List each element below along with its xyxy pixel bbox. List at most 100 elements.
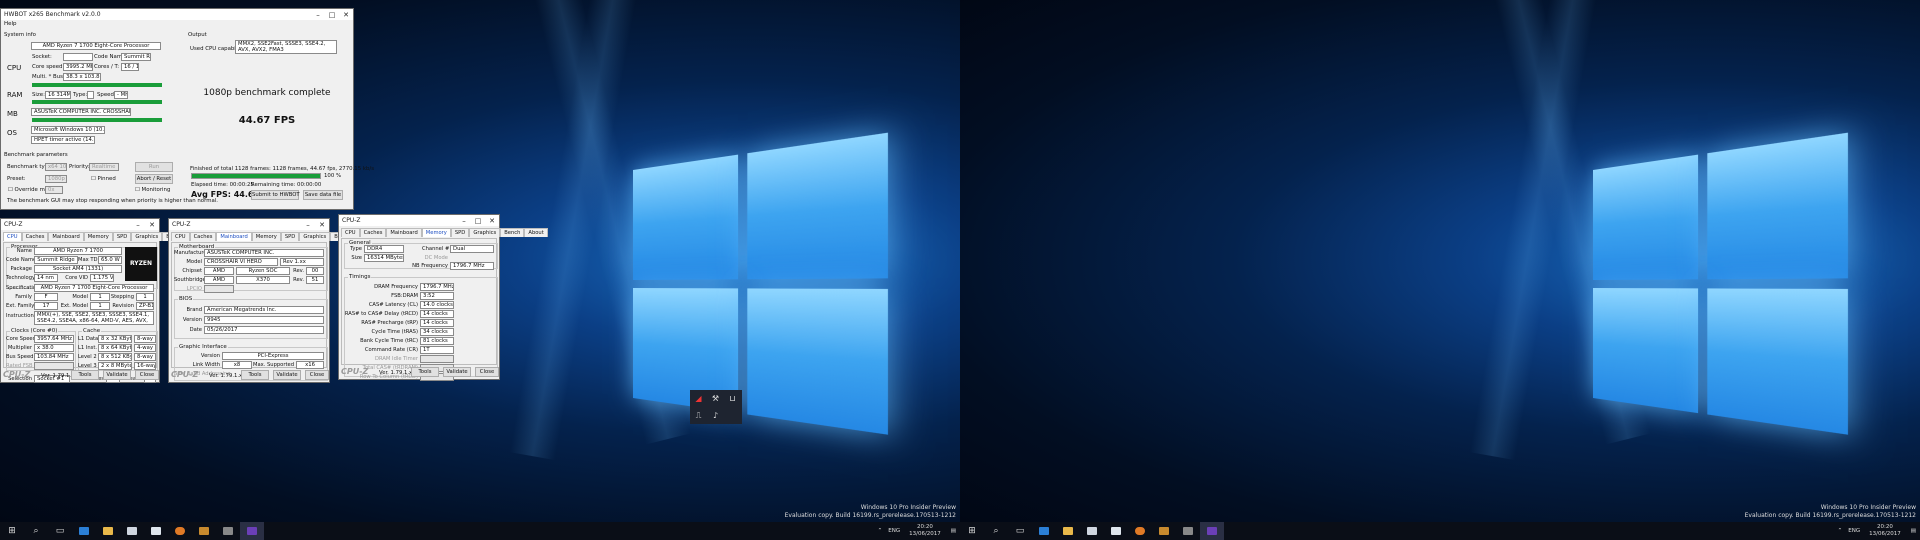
tool-icon[interactable]: ⚒ [707, 390, 724, 407]
bench-type-select[interactable]: x64 1080p [45, 163, 67, 171]
tab-bench[interactable]: Bench [500, 228, 525, 237]
clock[interactable]: 20:20 13/06/2017 [1863, 524, 1907, 538]
tools-button[interactable]: Tools [71, 370, 99, 380]
minimize-button[interactable]: – [311, 11, 325, 19]
cpuz-taskbar-icon[interactable] [240, 522, 264, 540]
validate-button[interactable]: Validate [443, 367, 471, 377]
network-icon[interactable]: ⎍ [690, 407, 707, 424]
close-button[interactable]: Close [475, 367, 499, 377]
minimize-button[interactable]: – [457, 217, 471, 225]
cpuz-titlebar[interactable]: CPU-Z – ✕ [1, 219, 159, 230]
amd-icon[interactable]: ◢ [690, 390, 707, 407]
firefox-icon[interactable] [168, 522, 192, 540]
preset-select[interactable]: 1080p [45, 175, 67, 183]
store-icon[interactable] [120, 522, 144, 540]
tab-mainboard[interactable]: Mainboard [216, 232, 252, 241]
tab-memory[interactable]: Memory [421, 228, 451, 237]
edge-icon[interactable] [1032, 522, 1056, 540]
priority-select[interactable]: Realtime [89, 163, 119, 171]
tools-button[interactable]: Tools [241, 370, 269, 380]
store-icon[interactable] [1080, 522, 1104, 540]
hwbot-title: HWBOT x265 Benchmark v2.0.0 [4, 11, 101, 18]
save-button[interactable]: Save data file [303, 190, 343, 200]
submit-button[interactable]: Submit to HWBOT [251, 190, 300, 200]
l3-field: 2 x 8 MBytes [98, 362, 132, 370]
app-icon[interactable] [192, 522, 216, 540]
maximize-button[interactable]: □ [325, 11, 339, 19]
app-icon[interactable] [216, 522, 240, 540]
notification-icon[interactable]: ▤ [1907, 528, 1920, 534]
validate-button[interactable]: Validate [103, 370, 131, 380]
close-button[interactable]: ✕ [145, 221, 159, 229]
l2-label: Level 2 [78, 354, 97, 360]
tab-cpu[interactable]: CPU [171, 232, 190, 241]
cpuz-taskbar-icon[interactable] [1200, 522, 1224, 540]
tools-button[interactable]: Tools [411, 367, 439, 377]
hwbot-titlebar[interactable]: HWBOT x265 Benchmark v2.0.0 – □ ✕ [1, 9, 353, 20]
close-button[interactable]: ✕ [485, 217, 499, 225]
tab-mainboard[interactable]: Mainboard [48, 232, 84, 241]
minimize-button[interactable]: – [301, 221, 315, 229]
override-select[interactable]: 0x [45, 186, 63, 194]
mail-icon[interactable] [1104, 522, 1128, 540]
task-view-icon[interactable]: ▭ [48, 522, 72, 540]
timing-value: 3:52 [420, 292, 454, 300]
menu-help[interactable]: Help [4, 21, 17, 27]
tab-cpu[interactable]: CPU [341, 228, 360, 237]
usb-icon[interactable]: ⊔ [724, 390, 741, 407]
cpuz-titlebar[interactable]: CPU-Z – □ ✕ [339, 215, 499, 226]
tab-graphics[interactable]: Graphics [299, 232, 331, 241]
finished-text: Finished of total 1128 frames: 1128 fram… [190, 166, 375, 172]
notification-icon[interactable]: ▤ [947, 528, 960, 534]
abort-button[interactable]: Abort / Reset [135, 174, 173, 184]
validate-button[interactable]: Validate [273, 370, 301, 380]
timing-value: 81 clocks [420, 337, 454, 345]
tab-caches[interactable]: Caches [359, 228, 387, 237]
tab-about[interactable]: About [524, 228, 548, 237]
tab-graphics[interactable]: Graphics [131, 232, 163, 241]
clock[interactable]: 20:20 13/06/2017 [903, 524, 947, 538]
firefox-icon[interactable] [1128, 522, 1152, 540]
tab-memory[interactable]: Memory [83, 232, 113, 241]
task-view-icon[interactable]: ▭ [1008, 522, 1032, 540]
tab-graphics[interactable]: Graphics [469, 228, 501, 237]
lang-indicator[interactable]: ENG [1845, 528, 1863, 534]
file-explorer-icon[interactable] [1056, 522, 1080, 540]
chevron-up-icon[interactable]: ⌃ [1835, 528, 1846, 534]
monitoring-checkbox[interactable]: ☐ Monitoring [135, 187, 170, 193]
tab-caches[interactable]: Caches [189, 232, 217, 241]
close-button[interactable]: Close [305, 370, 329, 380]
chevron-up-icon[interactable]: ⌃ [875, 528, 886, 534]
app-icon[interactable] [1152, 522, 1176, 540]
tab-spd[interactable]: SPD [280, 232, 300, 241]
file-explorer-icon[interactable] [96, 522, 120, 540]
timing-label: Bank Cycle Time (tRC) [360, 338, 418, 344]
app-icon[interactable] [1176, 522, 1200, 540]
mem-type-label: Type [350, 246, 362, 252]
minimize-button[interactable]: – [131, 221, 145, 229]
edge-icon[interactable] [72, 522, 96, 540]
close-button[interactable]: Close [135, 370, 159, 380]
volume-icon[interactable]: ♪ [707, 407, 724, 424]
tab-mainboard[interactable]: Mainboard [386, 228, 422, 237]
close-button[interactable]: ✕ [315, 221, 329, 229]
search-icon[interactable]: ⌕ [24, 522, 48, 540]
lang-indicator[interactable]: ENG [885, 528, 903, 534]
close-button[interactable]: ✕ [339, 11, 353, 19]
cpuz-tabs: CPU Caches Mainboard Memory SPD Graphics… [341, 228, 548, 237]
tab-spd[interactable]: SPD [450, 228, 470, 237]
tab-spd[interactable]: SPD [112, 232, 132, 241]
mail-icon[interactable] [144, 522, 168, 540]
mem-type-field: DDR4 [364, 245, 404, 253]
run-button[interactable]: Run [135, 162, 173, 172]
code-name-label: Code Name [6, 257, 37, 263]
tab-caches[interactable]: Caches [21, 232, 49, 241]
tab-memory[interactable]: Memory [251, 232, 281, 241]
start-icon[interactable]: ⊞ [960, 522, 984, 540]
tab-cpu[interactable]: CPU [3, 232, 22, 241]
maximize-button[interactable]: □ [471, 217, 485, 225]
cpuz-titlebar[interactable]: CPU-Z – ✕ [169, 219, 329, 230]
pinned-checkbox[interactable]: ☐ Pinned [91, 176, 116, 182]
start-icon[interactable]: ⊞ [0, 522, 24, 540]
search-icon[interactable]: ⌕ [984, 522, 1008, 540]
